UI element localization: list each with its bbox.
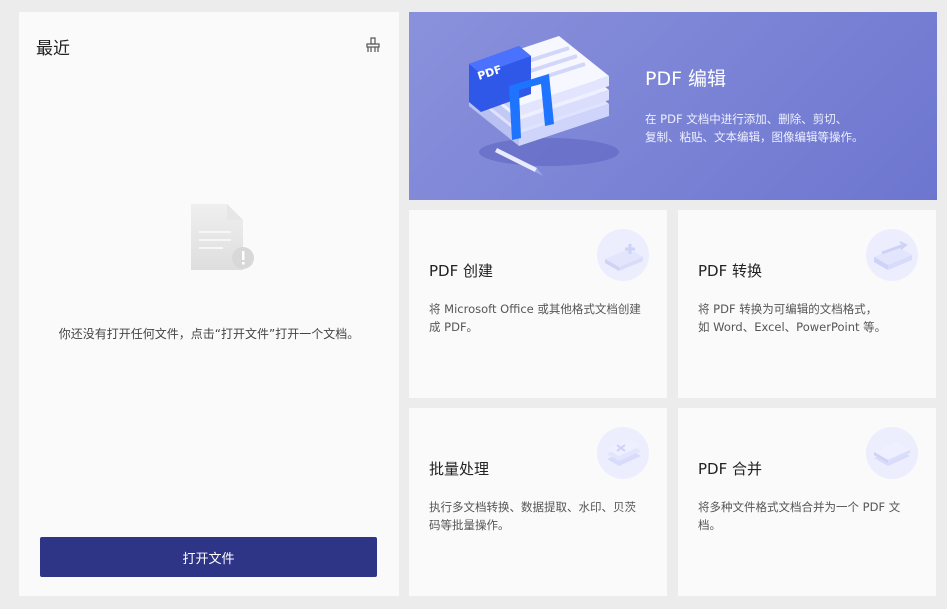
card-desc-line: 将 PDF 转换为可编辑的文档格式， [698, 302, 878, 316]
recent-title: 最近 [36, 39, 70, 59]
card-desc-line: 成 PDF。 [429, 320, 479, 334]
card-description: 将 Microsoft Office 或其他格式文档创建 成 PDF。 [429, 300, 657, 336]
card-desc-line: 码等批量操作。 [429, 518, 510, 532]
hero-desc-line: 复制、粘贴、文本编辑，图像编辑等操作。 [645, 130, 864, 144]
card-title: 批量处理 [429, 460, 490, 478]
card-desc-line: 如 Word、Excel、PowerPoint 等。 [698, 320, 887, 334]
card-title: PDF 创建 [429, 262, 493, 280]
open-file-button[interactable]: 打开文件 [40, 537, 377, 577]
hero-desc-line: 在 PDF 文档中进行添加、删除、剪切、 [645, 112, 848, 126]
card-pdf-merge[interactable]: PDF 合并 将多种文件格式文档合并为一个 PDF 文 档。 [678, 408, 936, 596]
card-desc-line: 执行多文档转换、数据提取、水印、贝茨 [429, 500, 636, 514]
card-desc-line: 档。 [698, 518, 721, 532]
hero-title: PDF 编辑 [645, 68, 727, 90]
card-pdf-convert[interactable]: PDF 转换 将 PDF 转换为可编辑的文档格式， 如 Word、Excel、P… [678, 210, 936, 398]
pdf-convert-icon [866, 229, 918, 281]
card-description: 执行多文档转换、数据提取、水印、贝茨 码等批量操作。 [429, 498, 657, 534]
card-description: 将多种文件格式文档合并为一个 PDF 文 档。 [698, 498, 926, 534]
card-title: PDF 合并 [698, 460, 762, 478]
broom-icon[interactable] [365, 37, 381, 53]
pdf-edit-banner[interactable]: PDF PDF 编辑 在 PDF 文档中进行添加、删除、剪切、 复制、粘贴、文本… [409, 12, 937, 200]
card-desc-line: 将多种文件格式文档合并为一个 PDF 文 [698, 500, 901, 514]
pdf-create-icon [597, 229, 649, 281]
batch-process-icon [597, 427, 649, 479]
card-batch-process[interactable]: 批量处理 执行多文档转换、数据提取、水印、贝茨 码等批量操作。 [409, 408, 667, 596]
recent-panel: 最近 你还没有打开任何文件，点击“打开文件”打开一个文档。 打开文件 [19, 12, 399, 596]
card-pdf-create[interactable]: PDF 创建 将 Microsoft Office 或其他格式文档创建 成 PD… [409, 210, 667, 398]
pdf-edit-illustration: PDF [469, 36, 619, 176]
empty-document-icon [191, 204, 254, 270]
hero-description: 在 PDF 文档中进行添加、删除、剪切、 复制、粘贴、文本编辑，图像编辑等操作。 [645, 110, 915, 146]
pdf-merge-icon [866, 427, 918, 479]
card-description: 将 PDF 转换为可编辑的文档格式， 如 Word、Excel、PowerPoi… [698, 300, 926, 336]
card-desc-line: 将 Microsoft Office 或其他格式文档创建 [429, 302, 641, 316]
empty-message: 你还没有打开任何文件，点击“打开文件”打开一个文档。 [58, 327, 360, 341]
card-title: PDF 转换 [698, 262, 762, 280]
